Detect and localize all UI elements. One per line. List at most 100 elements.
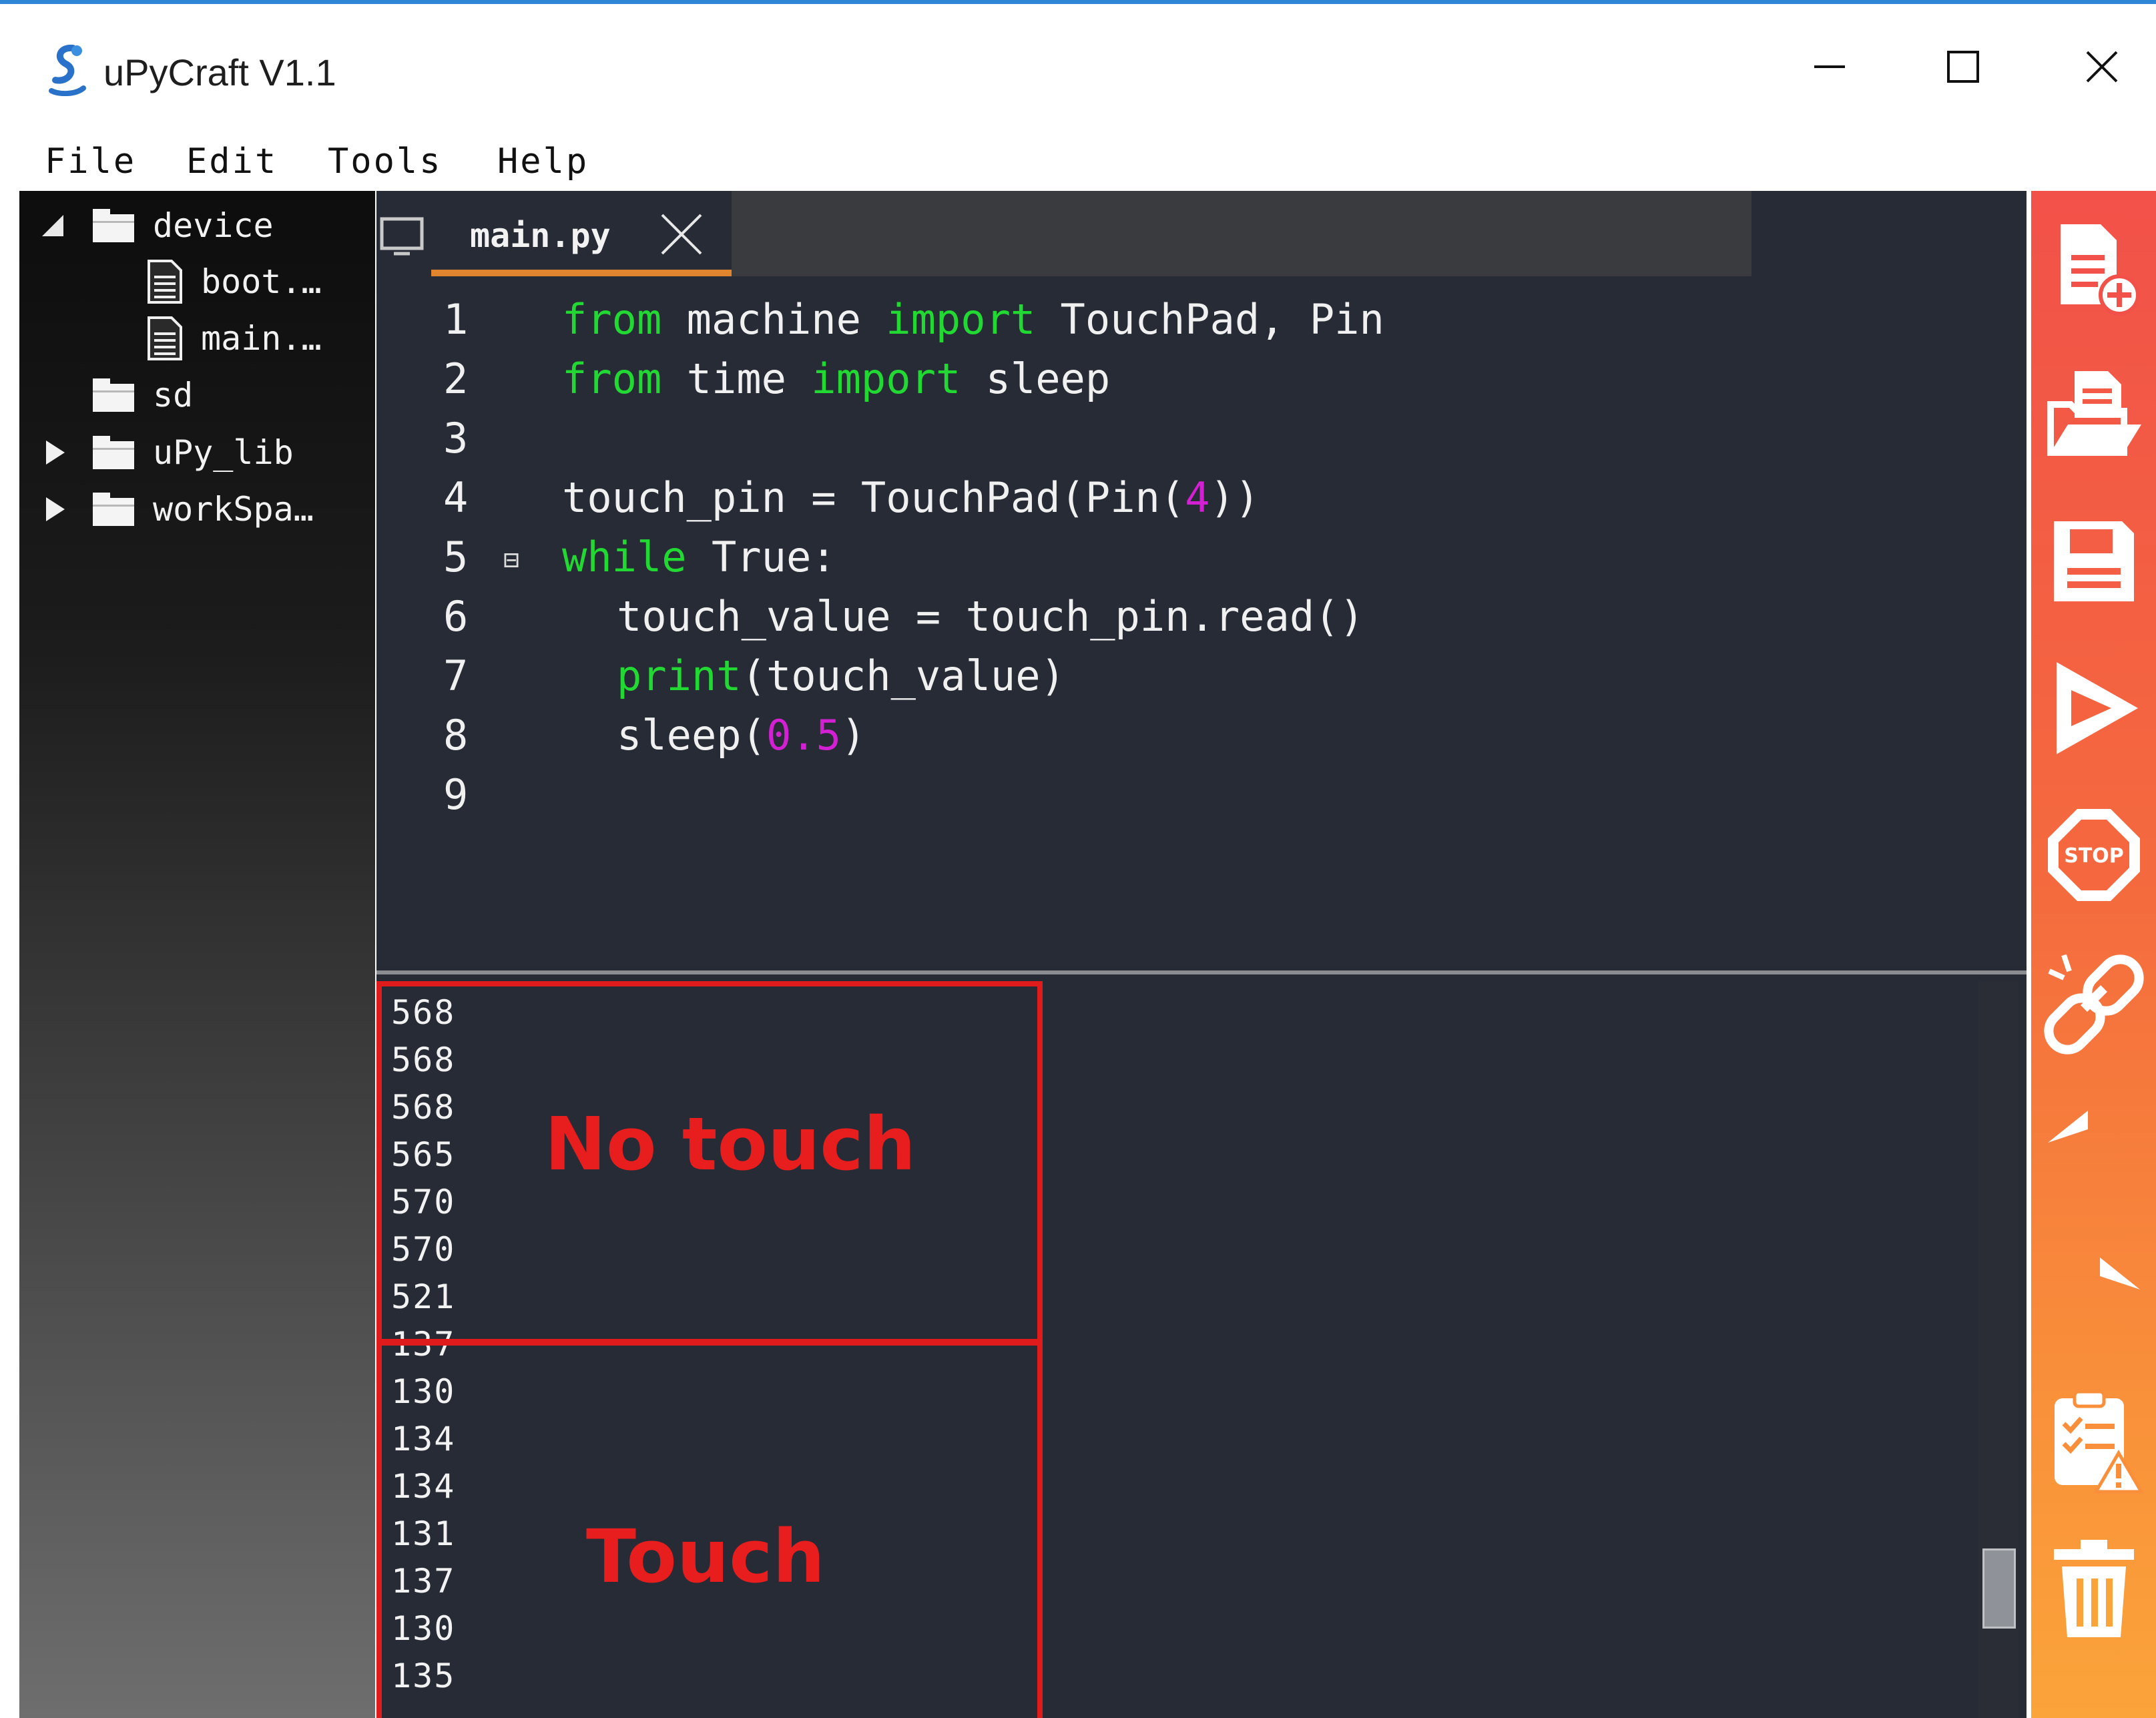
window-top-border (0, 0, 2156, 4)
menu-edit[interactable]: Edit (186, 141, 278, 182)
minimize-icon (1814, 65, 1845, 68)
shell-scrollbar[interactable] (1978, 981, 2018, 1718)
monitor-icon (380, 217, 424, 256)
code-line[interactable]: 9 (376, 766, 2027, 826)
code-line[interactable]: 2 from time import sleep (376, 350, 2027, 410)
code-token: ) (840, 711, 866, 760)
tree-label: boot.… (201, 262, 322, 301)
tree-item-boot[interactable]: boot.… (146, 255, 322, 308)
maximize-icon (1947, 51, 1979, 83)
close-icon (2086, 51, 2118, 83)
code-token: (touch_value) (741, 651, 1065, 700)
line-number: 2 (443, 354, 469, 403)
trash-icon (2054, 1540, 2134, 1637)
run-icon (2057, 662, 2138, 754)
shell-output[interactable]: 568 568 568 565 570 570 521 137 130 134 134 131 137 1… (376, 974, 2027, 1718)
code-token: time (661, 354, 812, 403)
code-text: from time import sleep (562, 354, 1110, 403)
line-number: 8 (443, 711, 469, 760)
code-line[interactable]: 5 ⊟ while True: (376, 529, 2027, 588)
tree-item-sd[interactable]: sd (93, 368, 193, 422)
save-icon (2054, 521, 2134, 601)
title-bar[interactable]: uPyCraft V1.1 (19, 16, 2156, 117)
touch-label: Touch (586, 1514, 825, 1599)
tree-item-workspace[interactable]: workSpa… (93, 483, 314, 536)
code-keyword: print (617, 651, 742, 700)
undo-button[interactable] (2041, 1092, 2147, 1205)
fold-marker-icon[interactable]: ⊟ (503, 545, 530, 575)
code-line[interactable]: 8 sleep(0.5) (376, 707, 2027, 766)
tree-item-main[interactable]: main.… (146, 312, 322, 365)
code-line[interactable]: 6 touch_value = touch_pin.read() (376, 588, 2027, 647)
collapsed-arrow-icon[interactable] (42, 439, 69, 466)
tree-item-upy-lib[interactable]: uPy_lib (93, 426, 294, 479)
minimize-button[interactable] (1763, 16, 1896, 117)
code-line[interactable]: 7 print(touch_value) (376, 647, 2027, 707)
tab-bar-empty-area (732, 191, 1751, 276)
scrollbar-thumb[interactable] (1982, 1548, 2016, 1629)
code-number: 0.5 (766, 711, 841, 760)
undo-icon (2048, 1111, 2088, 1143)
svg-text:STOP: STOP (2064, 844, 2124, 868)
code-text: print(touch_value) (617, 651, 1065, 700)
syntax-check-button[interactable] (2041, 1386, 2147, 1499)
collapsed-arrow-icon[interactable] (42, 496, 69, 523)
tree-label: device (153, 206, 274, 245)
open-file-button[interactable] (2041, 358, 2147, 471)
code-keyword: while (562, 533, 687, 581)
line-number: 1 (443, 295, 469, 344)
tab-label: main.py (470, 216, 611, 255)
expanded-arrow-icon[interactable] (39, 212, 66, 239)
tree-item-device[interactable]: device (93, 199, 274, 252)
file-icon (148, 316, 182, 360)
line-number: 4 (443, 473, 469, 522)
tree-label: uPy_lib (153, 433, 294, 472)
connect-button[interactable] (2041, 945, 2147, 1059)
menu-help[interactable]: Help (497, 141, 589, 182)
code-keyword: import (811, 354, 961, 403)
tab-main-py[interactable]: main.py (431, 191, 732, 276)
folder-icon (93, 209, 134, 242)
code-text: while True: (562, 533, 836, 581)
code-line[interactable]: 4 touch_pin = TouchPad(Pin(4)) (376, 469, 2027, 529)
code-keyword: import (886, 295, 1036, 344)
line-number: 6 (443, 592, 469, 641)
syntax-check-icon (2055, 1390, 2144, 1494)
open-file-icon (2047, 371, 2141, 456)
maximize-button[interactable] (1896, 16, 2030, 117)
tab-close-icon[interactable] (658, 211, 705, 258)
tree-label: workSpa… (153, 490, 314, 529)
clear-button[interactable] (2041, 1532, 2147, 1646)
menu-bar: File Edit Tools Help (19, 117, 2156, 191)
code-line[interactable]: 3 (376, 410, 2027, 469)
connect-icon (2044, 954, 2144, 1055)
code-lines[interactable]: 1 from machine import TouchPad, Pin 2 from … (376, 291, 2027, 826)
stop-icon: STOP (2048, 809, 2140, 901)
menu-file[interactable]: File (45, 141, 136, 182)
file-icon (148, 260, 182, 304)
line-number: 5 (443, 533, 469, 581)
no-touch-label: No touch (545, 1101, 916, 1187)
close-button[interactable] (2035, 16, 2156, 117)
menu-tools[interactable]: Tools (328, 141, 443, 182)
code-token: touch_pin = TouchPad(Pin( (562, 473, 1185, 522)
folder-icon (93, 378, 134, 412)
file-tree: device boot.… main.… sd uPy_lib workSpa… (19, 191, 375, 1718)
code-text: from machine import TouchPad, Pin (562, 295, 1384, 344)
code-keyword: from (562, 295, 662, 344)
new-file-button[interactable] (2041, 211, 2147, 324)
save-button[interactable] (2041, 505, 2147, 618)
tree-label: main.… (201, 319, 322, 358)
code-text: touch_value = touch_pin.read() (617, 592, 1364, 641)
code-editor[interactable]: main.py 1 from machine import TouchPad, P… (376, 191, 2027, 970)
line-number: 9 (443, 770, 469, 819)
code-line[interactable]: 1 from machine import TouchPad, Pin (376, 291, 2027, 350)
code-token: sleep( (617, 711, 766, 760)
redo-button[interactable] (2041, 1239, 2147, 1352)
run-button[interactable] (2041, 651, 2147, 765)
stop-button[interactable]: STOP (2041, 798, 2147, 912)
code-token: TouchPad, Pin (1035, 295, 1384, 344)
folder-icon (93, 493, 134, 526)
tab-bar: main.py (376, 191, 2027, 276)
app-window: uPyCraft V1.1 File Edit Tools Help devic… (19, 16, 2156, 1718)
